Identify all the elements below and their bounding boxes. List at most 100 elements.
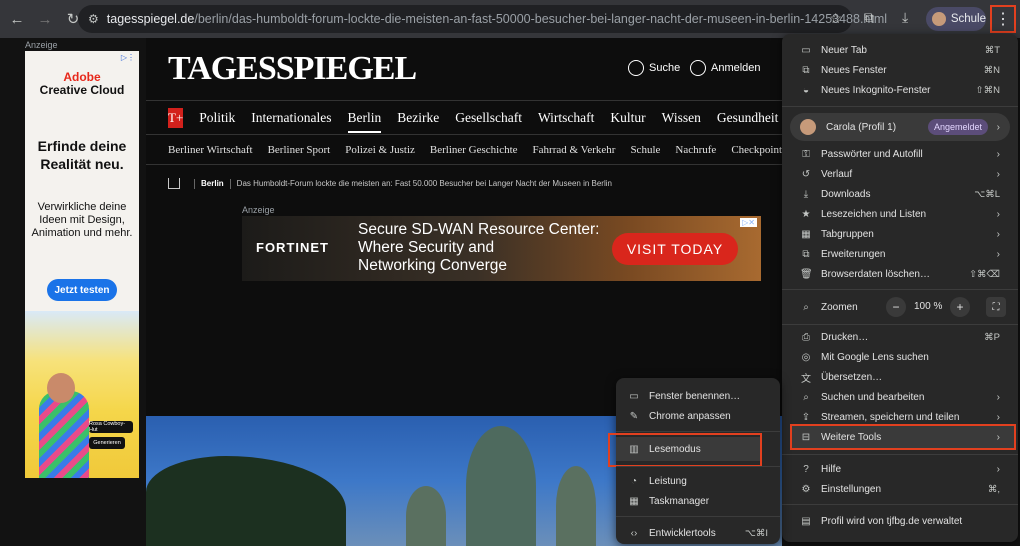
menu-extensions[interactable]: ⧉ Erweiterungen ›: [782, 244, 1018, 264]
back-arrow-icon[interactable]: ←: [6, 8, 28, 30]
download-icon[interactable]: ⤓: [902, 9, 908, 26]
adchoices-icon[interactable]: ▷✕: [740, 218, 757, 227]
ad-label: Anzeige: [242, 205, 275, 215]
fortinet-ad-line: Networking Converge: [358, 257, 508, 274]
subnav-item[interactable]: Checkpoint: [731, 144, 782, 156]
submenu-customize[interactable]: ✎ Chrome anpassen: [616, 406, 780, 426]
secondary-nav: Berliner Wirtschaft Berliner Sport Poliz…: [146, 135, 782, 165]
nav-gesellschaft[interactable]: Gesellschaft: [455, 110, 522, 126]
menu-clear-data[interactable]: 🗑 Browserdaten löschen… ⇧⌘⌫: [782, 264, 1018, 284]
subnav-item[interactable]: Berliner Geschichte: [430, 144, 518, 156]
menu-label: Zoomen: [821, 301, 858, 313]
menu-lens[interactable]: ◎ Mit Google Lens suchen: [782, 347, 1018, 367]
ad-cta-button[interactable]: Jetzt testen: [47, 279, 117, 301]
incognito-icon: ◒: [802, 84, 810, 96]
breadcrumb-title: Das Humboldt-Forum lockte die meisten an…: [236, 179, 612, 188]
subnav-item[interactable]: Berliner Wirtschaft: [168, 144, 253, 156]
menu-label: Entwicklertools: [649, 527, 716, 539]
ad-body: Verwirkliche deine Ideen mit Design, Ani…: [31, 201, 133, 239]
login-button[interactable]: Anmelden: [690, 60, 761, 76]
menu-divider: [616, 431, 780, 432]
extensions-puzzle-icon[interactable]: ⧉: [864, 9, 874, 26]
menu-profile[interactable]: Carola (Profil 1) Angemeldet ›: [790, 113, 1010, 141]
nav-kultur[interactable]: Kultur: [610, 110, 645, 126]
nav-politik[interactable]: Politik: [199, 110, 235, 126]
zoom-value: 100 %: [914, 301, 943, 312]
ad-figure: [39, 391, 89, 478]
menu-downloads[interactable]: ⤓ Downloads ⌥⌘L: [782, 184, 1018, 204]
menu-history[interactable]: ↺ Verlauf ›: [782, 164, 1018, 184]
visit-today-button[interactable]: VISIT TODAY: [612, 233, 738, 265]
menu-passwords[interactable]: ⚿ Passwörter und Autofill ›: [782, 144, 1018, 164]
address-bar[interactable]: ⚙ tagesspiegel.de/berlin/das-humboldt-fo…: [78, 5, 887, 33]
new-tab-icon: ▭: [801, 44, 811, 56]
subnav-item[interactable]: Fahrrad & Verkehr: [533, 144, 616, 156]
toolbox-icon: ⊟: [801, 431, 811, 443]
nav-bezirke[interactable]: Bezirke: [397, 110, 439, 126]
nav-gesundheit[interactable]: Gesundheit: [717, 110, 779, 126]
chrome-menu-kebab-icon[interactable]: ⋮: [990, 5, 1016, 33]
bookmark-star-icon[interactable]: ☆: [829, 10, 842, 27]
zoom-out-button[interactable]: −: [886, 297, 906, 317]
submenu-name-window[interactable]: ▭ Fenster benennen…: [616, 386, 780, 406]
fortinet-ad[interactable]: FORTINET Secure SD-WAN Resource Center: …: [242, 216, 761, 281]
nav-internationales[interactable]: Internationales: [251, 110, 331, 126]
menu-divider: [782, 454, 1018, 455]
submenu-performance[interactable]: ◔ Leistung: [616, 471, 780, 491]
tplus-logo[interactable]: T+: [168, 107, 184, 128]
site-info-icon[interactable]: ⚙: [88, 12, 99, 26]
menu-label: Weitere Tools: [821, 431, 882, 443]
menu-label: Tabgruppen: [821, 228, 874, 240]
menu-bookmarks[interactable]: ★ Lesezeichen und Listen ›: [782, 204, 1018, 224]
adobe-ad[interactable]: ▷⋮ Adobe Creative Cloud Erfinde deine Re…: [25, 51, 139, 478]
menu-tab-groups[interactable]: ▦ Tabgruppen ›: [782, 224, 1018, 244]
nav-wirtschaft[interactable]: Wirtschaft: [538, 110, 594, 126]
zoom-in-button[interactable]: +: [950, 297, 970, 317]
subnav-item[interactable]: Nachrufe: [675, 144, 716, 156]
submenu-reading-mode[interactable]: ▥ Lesemodus: [616, 439, 780, 459]
menu-new-tab[interactable]: ▭ Neuer Tab ⌘T: [782, 40, 1018, 60]
adobe-logo-line2: Creative Cloud: [39, 83, 125, 97]
url-domain: tagesspiegel.de: [106, 12, 195, 26]
menu-managed[interactable]: ▤ Profil wird von tjfbg.de verwaltet: [782, 511, 1018, 531]
menu-find-edit[interactable]: ⌕ Suchen und bearbeiten ›: [782, 387, 1018, 407]
cathedral-dome: [466, 426, 536, 546]
adchoices-icon[interactable]: ▷⋮: [121, 53, 135, 62]
menu-label: Lesezeichen und Listen: [821, 208, 927, 220]
site-logo[interactable]: TAGESSPIEGEL: [168, 50, 417, 88]
nav-berlin[interactable]: Berlin: [347, 110, 382, 133]
menu-divider: [782, 504, 1018, 505]
menu-new-window[interactable]: ⧉ Neues Fenster ⌘N: [782, 60, 1018, 80]
fullscreen-icon[interactable]: ⛶: [986, 297, 1006, 317]
subnav-item[interactable]: Polizei & Justiz: [345, 144, 415, 156]
menu-print[interactable]: ⎙ Drucken… ⌘P: [782, 327, 1018, 347]
menu-label: Übersetzen…: [821, 371, 883, 383]
submenu-task-manager[interactable]: ▦ Taskmanager: [616, 491, 780, 511]
profile-chip[interactable]: Schule: [926, 7, 986, 31]
forward-arrow-icon[interactable]: →: [34, 8, 56, 30]
menu-label: Suchen und bearbeiten: [821, 391, 925, 403]
submenu-devtools[interactable]: ‹› Entwicklertools ⌥⌘I: [616, 523, 780, 543]
home-icon[interactable]: [168, 178, 180, 189]
subnav-item[interactable]: Berliner Sport: [268, 144, 331, 156]
menu-label: Fenster benennen…: [649, 390, 741, 402]
profile-name: Carola (Profil 1): [826, 121, 897, 133]
fortinet-ad-line: Where Security and: [358, 239, 495, 256]
nav-wissen[interactable]: Wissen: [662, 110, 701, 126]
shortcut: ⌘,: [987, 483, 1000, 495]
subnav-item[interactable]: Schule: [630, 144, 660, 156]
chevron-right-icon: ›: [996, 228, 1000, 240]
breadcrumb-section[interactable]: Berlin: [201, 179, 224, 188]
search-button[interactable]: Suche: [628, 60, 680, 76]
menu-label: Streamen, speichern und teilen: [821, 411, 960, 423]
shortcut: ⌘T: [984, 44, 1000, 56]
menu-translate[interactable]: 文 Übersetzen…: [782, 367, 1018, 387]
more-tools-submenu: ▭ Fenster benennen… ✎ Chrome anpassen ▥ Les…: [608, 378, 780, 544]
menu-settings[interactable]: ⚙ Einstellungen ⌘,: [782, 479, 1018, 499]
menu-divider: [782, 324, 1018, 325]
search-icon: [628, 60, 644, 76]
menu-incognito[interactable]: ◒ Neues Inkognito-Fenster ⇧⌘N: [782, 80, 1018, 100]
menu-help[interactable]: ? Hilfe ›: [782, 459, 1018, 479]
cast-icon: ⇪: [801, 411, 811, 423]
menu-more-tools[interactable]: ⊟ Weitere Tools ›: [782, 427, 1018, 447]
